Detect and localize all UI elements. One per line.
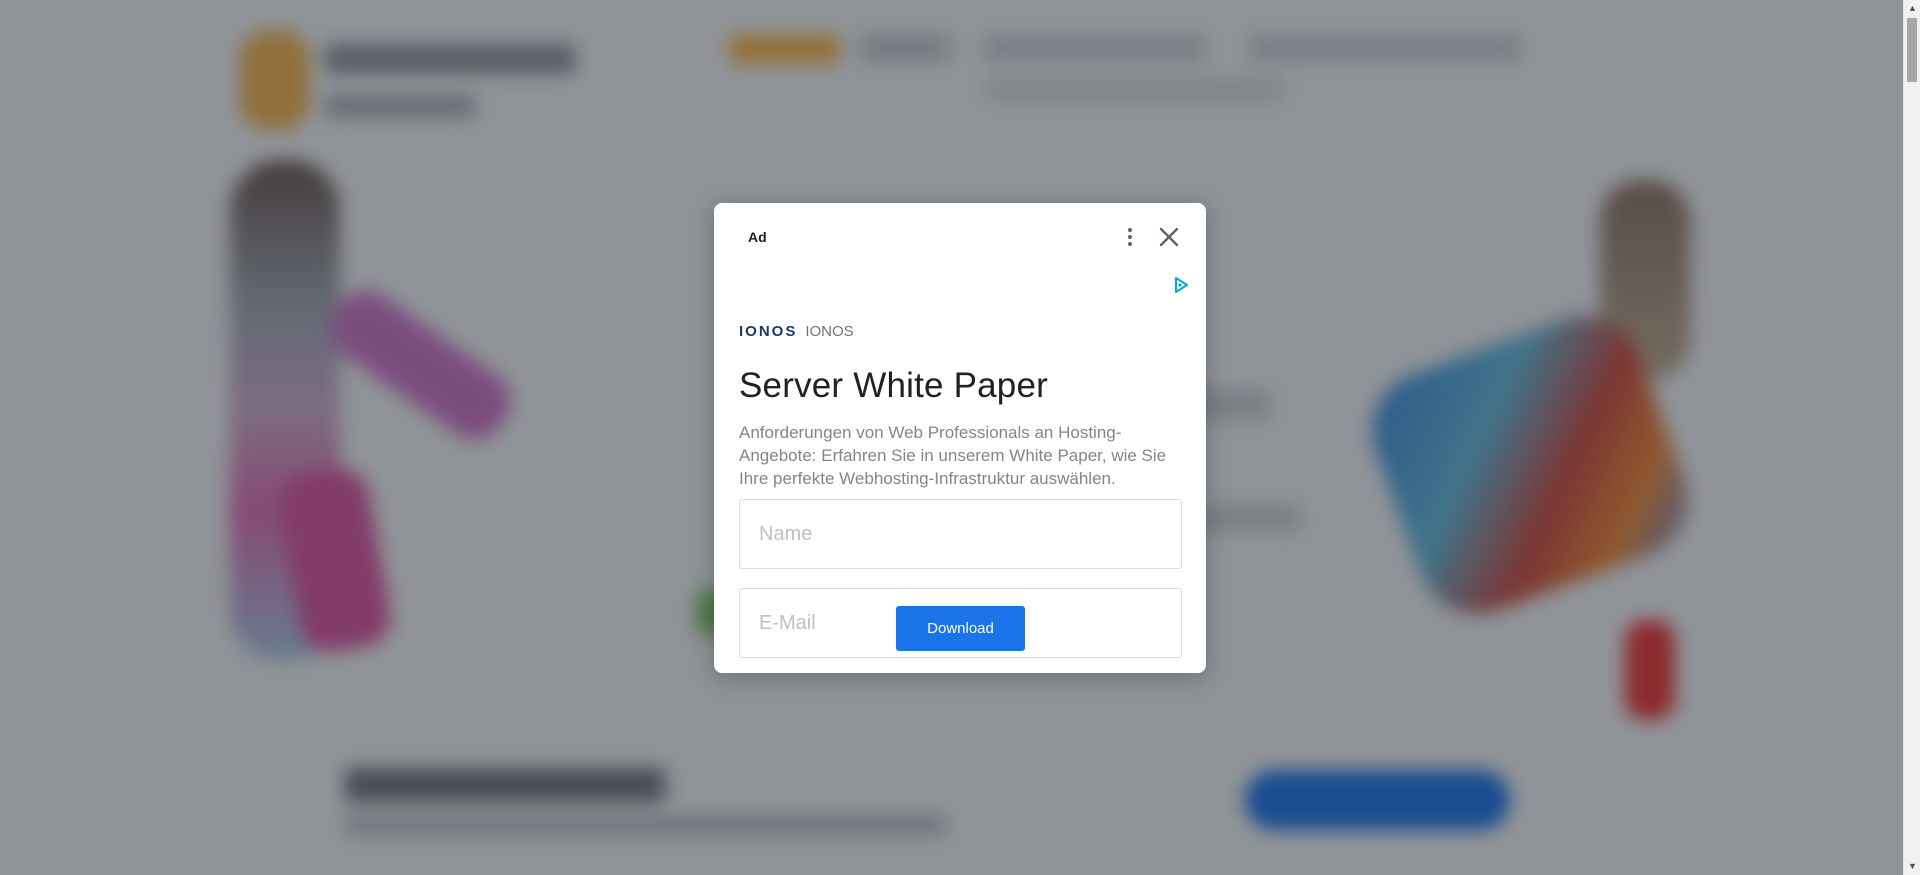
scroll-thumb[interactable] <box>1907 18 1917 82</box>
ad-label: Ad <box>748 229 767 245</box>
more-vert-icon[interactable] <box>1118 223 1142 251</box>
ionos-logo: IONOS <box>739 323 798 340</box>
ad-header: Ad <box>714 203 1206 273</box>
scroll-up-arrow[interactable]: ▲ <box>1904 0 1920 17</box>
close-icon[interactable] <box>1156 224 1182 250</box>
download-button[interactable]: Download <box>896 606 1025 651</box>
ad-description: Anforderungen von Web Professionals an H… <box>739 423 1167 488</box>
name-input[interactable] <box>739 499 1182 569</box>
page: ▲ ▼ Ad IONOS IONOS Server White Paper An… <box>0 0 1920 875</box>
advertiser-brand[interactable]: IONOS IONOS <box>739 323 854 340</box>
vertical-scrollbar[interactable]: ▲ ▼ <box>1903 0 1920 875</box>
ad-headline[interactable]: Server White Paper <box>739 366 1048 406</box>
scroll-down-arrow[interactable]: ▼ <box>1904 858 1920 875</box>
adchoices-icon[interactable] <box>1172 276 1190 294</box>
interstitial-ad-modal: Ad IONOS IONOS Server White Paper Anford… <box>714 203 1206 673</box>
advertiser-name: IONOS <box>805 323 854 340</box>
